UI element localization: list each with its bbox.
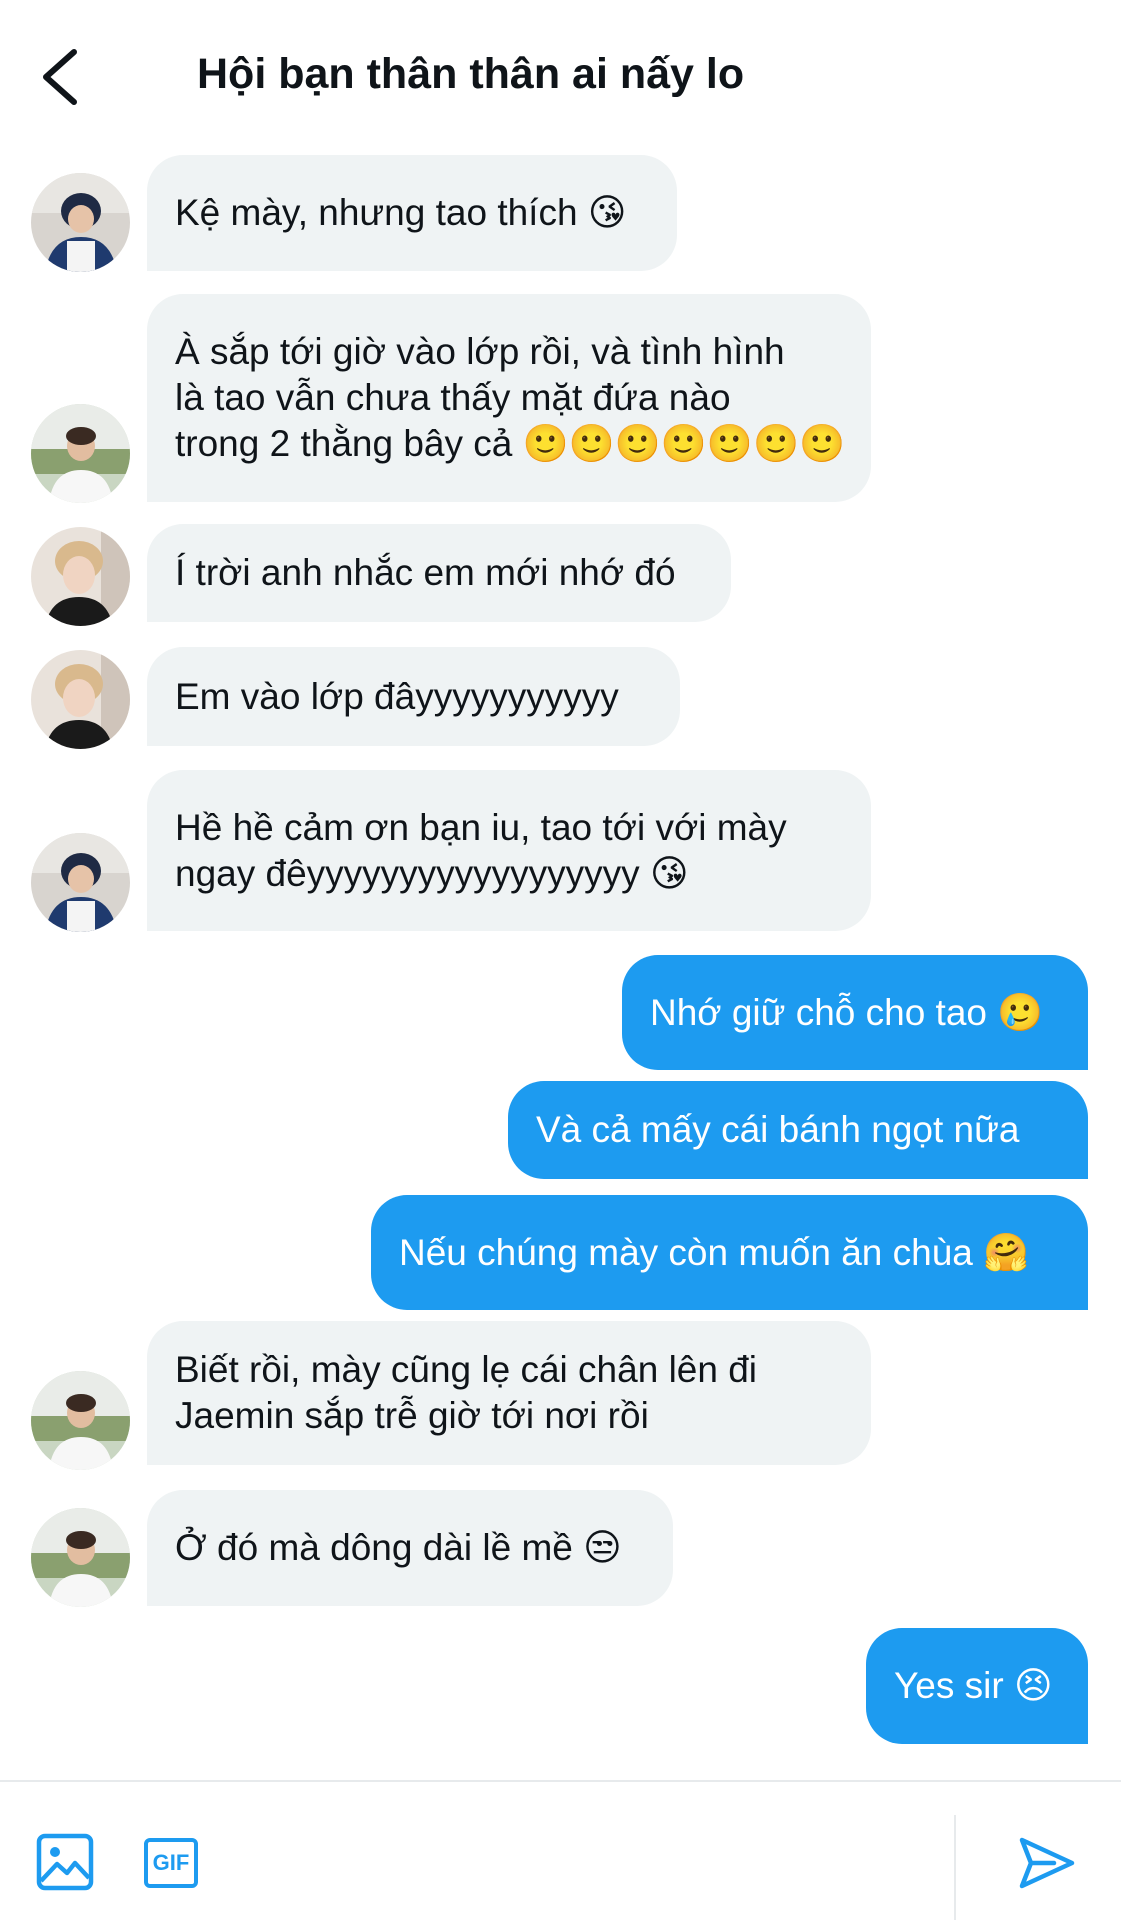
message-text: Kệ mày, nhưng tao thích 😘 [175,192,627,233]
send-icon [1019,1837,1075,1889]
message-text: Và cả mấy cái bánh ngọt nữa [536,1109,1020,1150]
message-bubble-incoming[interactable]: Ở đó mà dông dài lề mề 😒 [147,1490,673,1606]
message-text: À sắp tới giờ vào lớp rồi, và tình hình [175,331,785,372]
message-bubble-outgoing[interactable]: Nhớ giữ chỗ cho tao 🥲 [622,955,1088,1070]
avatar[interactable] [31,1508,130,1607]
message-bubble-incoming[interactable]: Em vào lớp đâyyyyyyyyyyy [147,647,680,746]
avatar[interactable] [31,527,130,626]
message-bubble-incoming[interactable]: Kệ mày, nhưng tao thích 😘 [147,155,677,271]
message-text: Nhớ giữ chỗ cho tao 🥲 [650,991,1044,1033]
message-text: trong 2 thằng bây cả 🙂🙂🙂🙂🙂🙂🙂 [175,423,846,464]
chat-header: Hội bạn thân thân ai nấy lo [0,0,1121,140]
image-icon [36,1833,94,1891]
message-text: Í trời anh nhắc em mới nhớ đó [175,552,676,593]
message-bubble-outgoing[interactable]: Và cả mấy cái bánh ngọt nữa [508,1081,1088,1179]
message-bubble-outgoing[interactable]: Yes sir 😣 [866,1628,1088,1744]
message-text: Jaemin sắp trễ giờ tới nơi rồi [175,1395,649,1436]
avatar[interactable] [31,650,130,749]
chevron-left-icon [43,49,77,105]
avatar[interactable] [31,404,130,503]
composer-divider [954,1815,956,1920]
message-bubble-incoming[interactable]: Í trời anh nhắc em mới nhớ đó [147,524,731,622]
message-text: Nếu chúng mày còn muốn ăn chùa 🤗 [399,1231,1030,1273]
gif-button[interactable]: GIF [144,1838,198,1888]
message-text: Hề hề cảm ơn bạn iu, tao tới với mày [175,806,787,848]
avatar[interactable] [31,833,130,932]
message-bubble-incoming[interactable]: Biết rồi, mày cũng lẹ cái chân lên đi Ja… [147,1321,871,1465]
back-button[interactable] [36,46,86,108]
add-image-button[interactable] [36,1833,94,1891]
message-bubble-outgoing[interactable]: Nếu chúng mày còn muốn ăn chùa 🤗 [371,1195,1088,1310]
avatar[interactable] [31,1371,130,1470]
message-text: Yes sir 😣 [894,1665,1053,1706]
conversation-title: Hội bạn thân thân ai nấy lo [197,50,745,98]
message-text: là tao vẫn chưa thấy mặt đứa nào [175,377,731,418]
message-text: Em vào lớp đâyyyyyyyyyyy [175,675,619,717]
message-text: Ở đó mà dông dài lề mề 😒 [175,1527,622,1568]
message-text: ngay đêyyyyyyyyyyyyyyyyyy 😘 [175,852,689,894]
message-bubble-incoming[interactable]: Hề hề cảm ơn bạn iu, tao tới với mày nga… [147,770,871,931]
message-bubble-incoming[interactable]: À sắp tới giờ vào lớp rồi, và tình hình … [147,294,871,502]
send-button[interactable] [1018,1836,1076,1890]
message-text: Biết rồi, mày cũng lẹ cái chân lên đi [175,1349,758,1390]
avatar[interactable] [31,173,130,272]
